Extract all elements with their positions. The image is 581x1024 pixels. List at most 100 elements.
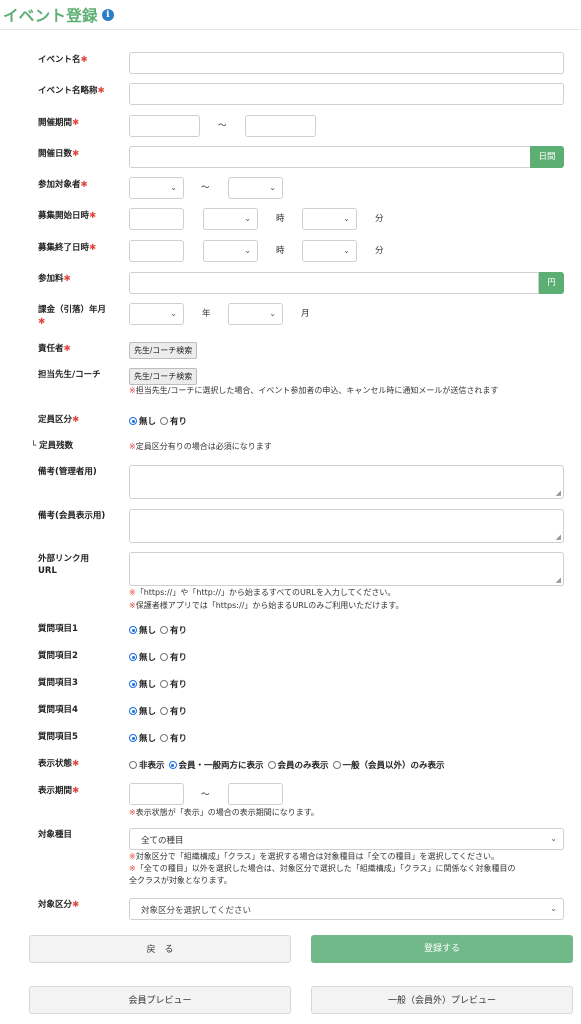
recruit-start-hour-select[interactable]: ⌄ — [203, 208, 258, 230]
display-hide-radio[interactable]: 非表示 — [129, 759, 165, 771]
chevron-down-icon: ⌄ — [550, 834, 557, 843]
label-period: 開催期間✱ — [38, 118, 80, 128]
display-member-only-radio[interactable]: 会員のみ表示 — [267, 759, 329, 771]
target-to-select[interactable]: ⌄ — [228, 177, 283, 199]
days-input[interactable] — [129, 146, 531, 168]
event-name-input[interactable] — [129, 52, 564, 74]
q1-none-radio[interactable]: 無し — [129, 624, 156, 636]
label-days: 開催日数✱ — [38, 149, 80, 159]
q4-yes-radio[interactable]: 有り — [160, 705, 187, 717]
url-note-2: ※保護者様アプリでは「https://」から始まるURLのみご利用いただけます。 — [129, 601, 404, 610]
q5-none-radio[interactable]: 無し — [129, 732, 156, 744]
fee-input[interactable] — [129, 272, 539, 294]
q3-yes-radio[interactable]: 有り — [160, 678, 187, 690]
chevron-down-icon: ⌄ — [269, 183, 276, 192]
display-period-note: ※表示状態が「表示」の場合の表示期間になります。 — [129, 808, 319, 817]
label-target-type: 対象種目 — [38, 830, 73, 840]
display-both-radio[interactable]: 会員・一般両方に表示 — [168, 759, 264, 771]
info-icon[interactable]: i — [101, 8, 114, 21]
capacity-type-radio-group: 無し 有り — [129, 415, 191, 427]
page-title: イベント登録 — [3, 6, 98, 25]
yen-addon: 円 — [539, 272, 564, 294]
label-q4: 質問項目4 — [38, 705, 78, 715]
q2-none-radio[interactable]: 無し — [129, 651, 156, 663]
chevron-down-icon: ⌄ — [244, 214, 251, 223]
label-note-member: 備考(会員表示用) — [38, 511, 106, 521]
capacity-note: ※定員区分有りの場合は必須になります — [129, 442, 272, 451]
label-event-name: イベント名✱ — [38, 55, 88, 65]
year-label: 年 — [202, 309, 211, 319]
billing-year-select[interactable]: ⌄ — [129, 303, 184, 325]
target-class-select[interactable]: 対象区分を選択してください ⌄ — [129, 898, 564, 920]
display-period-end-input[interactable] — [228, 783, 283, 805]
label-q1: 質問項目1 — [38, 624, 78, 634]
responsible-search-button[interactable]: 先生/コーチ検索 — [129, 342, 198, 359]
chevron-down-icon: ⌄ — [170, 309, 177, 318]
label-q5: 質問項目5 — [38, 732, 78, 742]
label-capacity-left: └ 定員残数 — [31, 441, 74, 451]
q1-yes-radio[interactable]: 有り — [160, 624, 187, 636]
note-admin-textarea[interactable]: ◢ — [129, 465, 564, 499]
tilde: 〜 — [201, 183, 210, 193]
label-capacity-type: 定員区分✱ — [38, 415, 80, 425]
public-preview-button[interactable]: 一般（会員外）プレビュー — [311, 986, 573, 1014]
q5-radio-group: 無し 有り — [129, 732, 191, 744]
recruit-start-date-input[interactable] — [129, 208, 184, 230]
target-type-note-2: ※「全ての種目」以外を選択した場合は、対象区分で選択した「組織構成」「クラス」に… — [129, 864, 516, 873]
resize-handle-icon[interactable]: ◢ — [556, 576, 561, 584]
label-event-short: イベント名略称✱ — [38, 86, 105, 96]
chevron-down-icon: ⌄ — [244, 246, 251, 255]
note-member-textarea[interactable]: ◢ — [129, 509, 564, 543]
label-display-state: 表示状態✱ — [38, 759, 80, 769]
chevron-down-icon: ⌄ — [550, 904, 557, 913]
q2-yes-radio[interactable]: 有り — [160, 651, 187, 663]
display-period-start-input[interactable] — [129, 783, 184, 805]
target-from-select[interactable]: ⌄ — [129, 177, 184, 199]
label-billing: 課金（引落）年月 ✱ — [38, 305, 107, 327]
label-note-admin: 備考(管理者用) — [38, 467, 97, 477]
label-q2: 質問項目2 — [38, 651, 78, 661]
label-display-period: 表示期間✱ — [38, 786, 80, 796]
coach-note: ※担当先生/コーチに選択した場合、イベント参加者の申込、キャンセル時に通知メール… — [129, 386, 499, 395]
target-type-note-3: 全クラスが対象となります。 — [129, 876, 232, 885]
label-q3: 質問項目3 — [38, 678, 78, 688]
q1-radio-group: 無し 有り — [129, 624, 191, 636]
resize-handle-icon[interactable]: ◢ — [556, 489, 561, 497]
resize-handle-icon[interactable]: ◢ — [556, 533, 561, 541]
label-target-class: 対象区分✱ — [38, 900, 80, 910]
recruit-end-hour-select[interactable]: ⌄ — [203, 240, 258, 262]
hour-label: 時 — [276, 246, 285, 256]
display-public-only-radio[interactable]: 一般（会員以外）のみ表示 — [332, 759, 445, 771]
q2-radio-group: 無し 有り — [129, 651, 191, 663]
q5-yes-radio[interactable]: 有り — [160, 732, 187, 744]
recruit-start-minute-select[interactable]: ⌄ — [302, 208, 357, 230]
minute-label: 分 — [375, 214, 384, 224]
label-recruit-start: 募集開始日時✱ — [38, 211, 97, 221]
q4-radio-group: 無し 有り — [129, 705, 191, 717]
target-type-note-1: ※対象区分で「組織構成」「クラス」を選択する場合は対象種目は「全ての種目」を選択… — [129, 852, 500, 861]
event-short-name-input[interactable] — [129, 83, 564, 105]
capacity-none-radio[interactable]: 無し — [129, 415, 156, 427]
capacity-yes-radio[interactable]: 有り — [160, 415, 187, 427]
register-button[interactable]: 登録する — [311, 935, 573, 963]
member-preview-button[interactable]: 会員プレビュー — [29, 986, 291, 1014]
ext-link-textarea[interactable]: ◢ — [129, 552, 564, 586]
label-coach: 担当先生/コーチ — [38, 370, 101, 380]
period-end-input[interactable] — [245, 115, 316, 137]
coach-search-button[interactable]: 先生/コーチ検索 — [129, 368, 198, 385]
target-type-select[interactable]: 全ての種目 ⌄ — [129, 828, 564, 850]
q4-none-radio[interactable]: 無し — [129, 705, 156, 717]
tilde: 〜 — [201, 790, 210, 800]
label-recruit-end: 募集終了日時✱ — [38, 243, 97, 253]
label-responsible: 責任者✱ — [38, 344, 71, 354]
back-button[interactable]: 戻 る — [29, 935, 291, 963]
required-mark: ✱ — [80, 55, 88, 65]
minute-label: 分 — [375, 246, 384, 256]
billing-month-select[interactable]: ⌄ — [228, 303, 283, 325]
q3-none-radio[interactable]: 無し — [129, 678, 156, 690]
month-label: 月 — [301, 309, 310, 319]
period-start-input[interactable] — [129, 115, 200, 137]
recruit-end-date-input[interactable] — [129, 240, 184, 262]
recruit-end-minute-select[interactable]: ⌄ — [302, 240, 357, 262]
tilde: 〜 — [218, 121, 227, 131]
